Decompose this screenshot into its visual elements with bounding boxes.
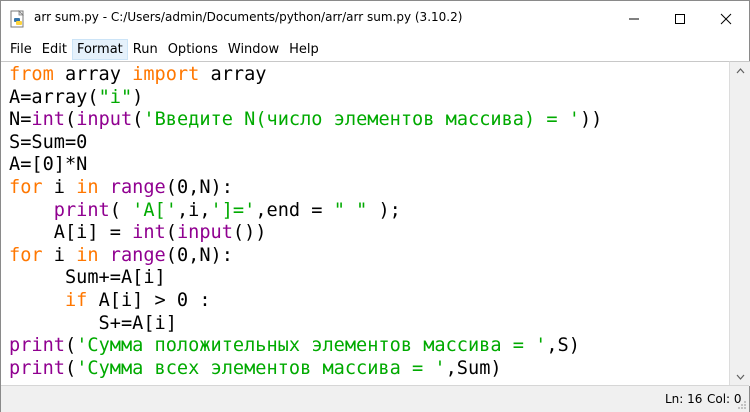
code-token: )) <box>579 109 603 131</box>
close-icon <box>720 13 732 25</box>
code-token: ( <box>64 109 77 131</box>
code-token: A=array( <box>9 86 99 108</box>
code-line[interactable]: S+=A[i] <box>9 313 602 336</box>
string-token: " " <box>333 199 368 221</box>
keyword-token: import <box>132 64 200 85</box>
builtin-token: input <box>76 109 133 131</box>
maximize-icon <box>675 14 685 24</box>
code-line[interactable]: N=int(input('Введите N(число элементов м… <box>9 109 602 132</box>
menu-run[interactable]: Run <box>128 39 163 60</box>
scroll-up-button[interactable] <box>730 62 750 80</box>
keyword-token: for <box>9 244 43 266</box>
builtin-token: print <box>9 335 65 357</box>
code-token: ( <box>64 335 77 357</box>
code-token: ()) <box>232 222 267 244</box>
code-token: A[i] > 0 : <box>87 289 211 311</box>
keyword-token: if <box>64 289 88 311</box>
menu-help[interactable]: Help <box>284 39 324 60</box>
code-line[interactable]: from array import array <box>9 64 602 87</box>
code-token: ( <box>64 357 77 379</box>
code-token: ,Sum) <box>445 357 502 379</box>
string-token: "i" <box>98 86 133 108</box>
code-token: array <box>53 64 133 85</box>
code-token: S=Sum=0 <box>9 131 88 153</box>
code-token: ); <box>367 199 401 221</box>
string-token: 'Сумма положительных элементов массива =… <box>76 335 547 357</box>
code-token: i <box>42 176 77 198</box>
code-line[interactable]: for i in range(0,N): <box>9 177 602 200</box>
line-number-status: Ln: 16 <box>665 392 703 406</box>
builtin-token: range <box>109 244 166 266</box>
code-line[interactable]: S=Sum=0 <box>9 132 602 155</box>
code-line[interactable]: if A[i] > 0 : <box>9 290 602 313</box>
window-title: arr sum.py - C:/Users/admin/Documents/py… <box>34 10 463 24</box>
resize-grip-icon[interactable] <box>737 400 747 410</box>
code-token: i <box>42 244 77 266</box>
code-line[interactable]: print( 'A[',i,']=',end = " " ); <box>9 200 602 223</box>
code-text[interactable]: from array import array A=array("i") N=int… <box>9 64 602 380</box>
idle-editor-window: arr sum.py - C:/Users/admin/Documents/py… <box>0 0 750 412</box>
code-token: array <box>199 64 267 85</box>
menu-format[interactable]: Format <box>71 38 128 60</box>
menu-window[interactable]: Window <box>223 39 284 60</box>
code-line[interactable]: Sum+=A[i] <box>9 267 602 290</box>
menu-options[interactable]: Options <box>163 39 223 60</box>
builtin-token: print <box>9 357 65 379</box>
builtin-token: int <box>132 222 166 244</box>
minimize-icon <box>629 18 639 20</box>
code-token: ( <box>109 199 133 221</box>
string-token: 'Сумма всех элементов массива = ' <box>76 357 446 379</box>
builtin-token: range <box>109 176 166 198</box>
builtin-token: print <box>53 199 110 221</box>
code-token: ,end = <box>255 199 334 221</box>
keyword-token: for <box>9 176 43 198</box>
menu-file[interactable]: File <box>5 39 37 60</box>
code-token: ( <box>132 109 144 131</box>
minimize-button[interactable] <box>611 1 657 37</box>
title-bar[interactable]: arr sum.py - C:/Users/admin/Documents/py… <box>1 1 749 37</box>
keyword-token: in <box>76 244 99 266</box>
scroll-down-button[interactable] <box>730 368 750 386</box>
code-token: ) <box>132 86 144 108</box>
string-token: 'Введите N(число элементов массива) = ' <box>143 109 580 131</box>
code-token: (0,N): <box>165 176 233 198</box>
code-line[interactable]: A=array("i") <box>9 87 602 110</box>
chevron-up-icon <box>736 68 744 74</box>
code-token: A[i] = <box>9 222 133 244</box>
menu-bar: File Edit Format Run Options Window Help <box>1 37 749 61</box>
code-line[interactable]: print('Сумма положительных элементов мас… <box>9 335 602 358</box>
keyword-token: in <box>76 176 99 198</box>
vertical-scrollbar[interactable] <box>729 61 750 386</box>
code-line[interactable]: A[i] = int(input()) <box>9 222 602 245</box>
builtin-token: input <box>176 222 233 244</box>
code-line[interactable]: print('Сумма всех элементов массива = ',… <box>9 358 602 381</box>
code-token: S+=A[i] <box>9 312 177 334</box>
code-token: ,i, <box>176 199 211 221</box>
code-token: N= <box>9 109 32 131</box>
builtin-token: int <box>31 109 65 131</box>
python-file-icon <box>10 10 24 28</box>
status-bar: Ln: 16 Col: 0 <box>1 385 749 412</box>
code-editor[interactable]: from array import array A=array("i") N=int… <box>1 61 729 386</box>
chevron-down-icon <box>736 374 744 380</box>
close-button[interactable] <box>703 1 749 37</box>
code-token: A=[0]*N <box>9 154 88 176</box>
code-line[interactable]: A=[0]*N <box>9 154 602 177</box>
code-token: Sum+=A[i] <box>9 267 166 289</box>
keyword-token: from <box>9 64 54 85</box>
code-token: ( <box>165 222 177 244</box>
code-token: ,S) <box>546 335 580 357</box>
code-token: (0,N): <box>165 244 233 266</box>
maximize-button[interactable] <box>657 1 703 37</box>
menu-edit[interactable]: Edit <box>37 39 72 60</box>
code-line[interactable]: for i in range(0,N): <box>9 245 602 268</box>
string-token: 'A[' <box>132 199 177 221</box>
string-token: ']=' <box>210 199 256 221</box>
